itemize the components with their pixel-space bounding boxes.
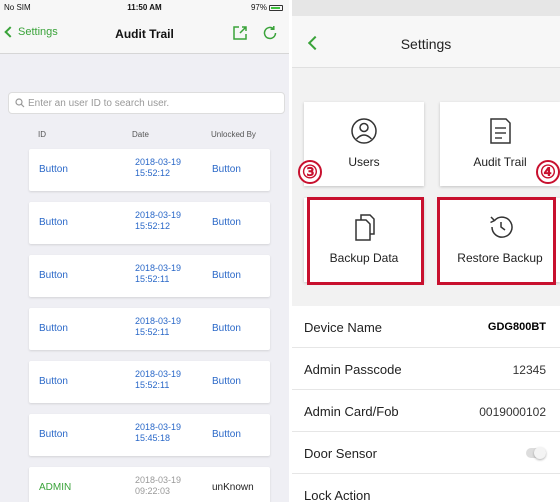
row-date-day: 2018-03-19 — [135, 263, 182, 273]
table-row[interactable]: Button 2018-03-19 15:52:11 Button — [29, 361, 270, 403]
admin-passcode-label: Admin Passcode — [304, 362, 402, 377]
column-header-unlocked-by: Unlocked By — [211, 130, 256, 139]
row-date-day: 2018-03-19 — [135, 210, 182, 220]
row-unlocked-by: Button — [212, 323, 241, 334]
callout-number-4: ④ — [536, 160, 560, 184]
row-date-time: 15:45:18 — [135, 433, 171, 443]
column-header-id: ID — [38, 130, 46, 139]
users-tile[interactable]: Users — [304, 102, 424, 186]
row-date-day: 2018-03-19 — [135, 369, 182, 379]
row-id: ADMIN — [39, 482, 72, 493]
status-bar-blurred — [292, 0, 560, 16]
search-input[interactable] — [28, 97, 268, 109]
row-unlocked-by: Button — [212, 217, 241, 228]
table-row[interactable]: Button 2018-03-19 15:52:11 Button — [29, 255, 270, 297]
users-label: Users — [348, 155, 380, 169]
row-date-time: 15:52:11 — [135, 274, 170, 284]
search-bar[interactable] — [8, 92, 285, 114]
row-date-day: 2018-03-19 — [135, 316, 182, 326]
row-date: 2018-03-19 09:22:03 — [135, 475, 181, 497]
callout-box-restore — [437, 197, 556, 285]
row-date: 2018-03-19 15:52:12 — [135, 157, 181, 179]
door-sensor-label: Door Sensor — [304, 446, 377, 461]
setting-device-name[interactable]: Device Name GDG800BT — [292, 306, 560, 348]
row-id: Button — [39, 429, 68, 440]
row-unlocked-by: Button — [212, 164, 241, 175]
table-row[interactable]: Button 2018-03-19 15:52:11 Button — [29, 308, 270, 350]
row-id: Button — [39, 323, 68, 334]
refresh-icon[interactable] — [261, 24, 279, 42]
table-row[interactable]: Button 2018-03-19 15:45:18 Button — [29, 414, 270, 456]
row-date: 2018-03-19 15:52:11 — [135, 263, 181, 285]
door-sensor-toggle[interactable] — [526, 447, 546, 459]
audit-nav-bar: Settings Audit Trail — [0, 16, 289, 54]
export-icon[interactable] — [231, 24, 249, 42]
table-row[interactable]: ADMIN 2018-03-19 09:22:03 unKnown — [29, 467, 270, 502]
settings-nav-bar: Settings — [292, 16, 560, 68]
status-bar: No SIM 11:50 AM 97% — [0, 0, 289, 16]
battery-status: 97% — [251, 3, 283, 12]
settings-title: Settings — [400, 36, 452, 52]
row-unlocked-by: Button — [212, 376, 241, 387]
admin-card-value: 0019000102 — [479, 405, 546, 419]
row-date-day: 2018-03-19 — [135, 422, 182, 432]
row-id: Button — [39, 270, 68, 281]
search-icon — [15, 98, 25, 108]
callout-number-3: ③ — [298, 160, 322, 184]
settings-list: Device Name GDG800BT Admin Passcode 1234… — [292, 306, 560, 502]
battery-icon — [269, 4, 283, 11]
admin-passcode-value: 12345 — [512, 363, 546, 377]
status-time: 11:50 AM — [127, 3, 162, 12]
row-date-time: 15:52:11 — [135, 327, 170, 337]
row-date-day: 2018-03-19 — [135, 475, 182, 485]
document-icon — [490, 118, 511, 144]
setting-lock-action[interactable]: Lock Action — [292, 474, 560, 502]
row-date-time: 09:22:03 — [135, 486, 171, 496]
row-date-day: 2018-03-19 — [135, 157, 182, 167]
row-id: Button — [39, 376, 68, 387]
setting-admin-passcode[interactable]: Admin Passcode 12345 — [292, 348, 560, 390]
admin-card-label: Admin Card/Fob — [304, 404, 399, 419]
row-date: 2018-03-19 15:52:11 — [135, 316, 181, 338]
audit-trail-screen: No SIM 11:50 AM 97% Settings Audit Trail… — [0, 0, 289, 502]
row-unlocked-by: Button — [212, 429, 241, 440]
setting-admin-card[interactable]: Admin Card/Fob 0019000102 — [292, 390, 560, 432]
row-date: 2018-03-19 15:45:18 — [135, 422, 181, 444]
row-unlocked-by: unKnown — [212, 482, 254, 493]
row-unlocked-by: Button — [212, 270, 241, 281]
device-name-label: Device Name — [304, 320, 383, 335]
table-row[interactable]: Button 2018-03-19 15:52:12 Button — [29, 202, 270, 244]
device-name-value: GDG800BT — [487, 321, 546, 333]
row-date: 2018-03-19 15:52:12 — [135, 210, 181, 232]
column-header-date: Date — [132, 130, 149, 139]
battery-percent: 97% — [250, 3, 267, 12]
row-id: Button — [39, 217, 68, 228]
row-date-time: 15:52:11 — [135, 380, 170, 390]
table-header: ID Date Unlocked By — [0, 122, 289, 146]
row-date-time: 15:52:12 — [135, 221, 171, 231]
table-row[interactable]: Button 2018-03-19 15:52:12 Button — [29, 149, 270, 191]
lock-action-label: Lock Action — [304, 488, 371, 502]
callout-box-backup — [307, 197, 424, 285]
row-date: 2018-03-19 15:52:11 — [135, 369, 181, 391]
row-date-time: 15:52:12 — [135, 168, 171, 178]
setting-door-sensor: Door Sensor — [292, 432, 560, 474]
row-id: Button — [39, 164, 68, 175]
audit-list: Button 2018-03-19 15:52:12 Button Button … — [29, 149, 270, 502]
user-icon — [351, 118, 377, 144]
